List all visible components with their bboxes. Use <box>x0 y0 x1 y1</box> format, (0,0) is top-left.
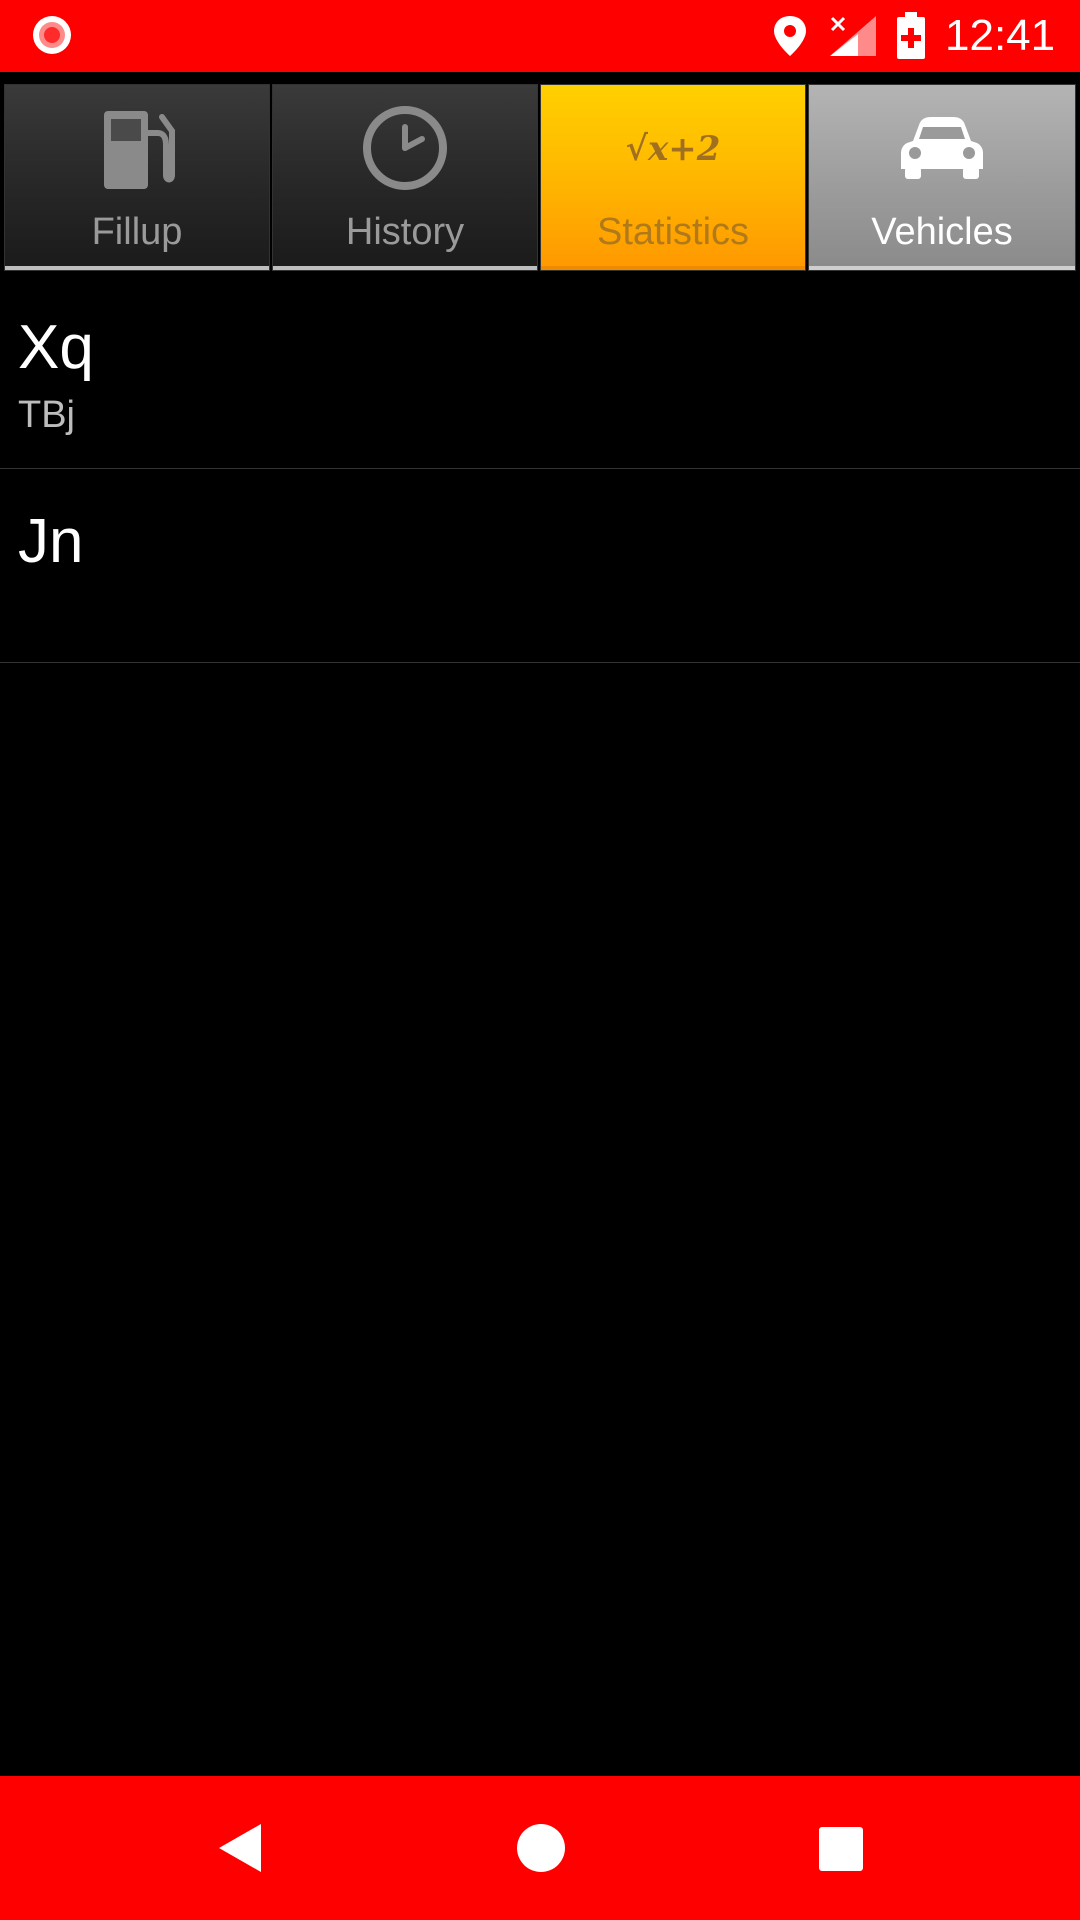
clock-icon <box>363 106 447 190</box>
list-item[interactable]: Jn <box>0 469 1080 663</box>
record-icon <box>33 16 71 54</box>
tab-fillup-label: Fillup <box>91 211 183 253</box>
tab-fillup[interactable]: Fillup <box>4 84 270 271</box>
status-clock: 12:41 <box>945 11 1056 60</box>
tab-history[interactable]: History <box>272 84 538 271</box>
recents-icon[interactable] <box>818 1826 864 1872</box>
tab-vehicles[interactable]: Vehicles <box>808 84 1076 271</box>
list-item[interactable]: Xq TBj <box>0 275 1080 469</box>
fuel-pump-icon <box>104 111 175 189</box>
back-icon[interactable] <box>215 1822 265 1874</box>
formula-icon: √x+2 <box>625 129 721 169</box>
tab-history-label: History <box>345 211 465 253</box>
vehicle-list: Xq TBj Jn <box>0 275 1080 663</box>
home-icon[interactable] <box>515 1822 567 1874</box>
status-bar: 12:41 <box>0 0 1080 72</box>
vehicle-name: Xq <box>18 313 94 382</box>
tab-statistics[interactable]: √x+2 Statistics <box>540 84 806 271</box>
tab-bar: Fillup History √x+2 Statistics Vehicles <box>0 72 1080 272</box>
battery-icon <box>897 12 925 59</box>
vehicle-detail: TBj <box>18 394 75 436</box>
signal-icon <box>830 16 876 56</box>
navigation-bar <box>0 1776 1080 1920</box>
tab-statistics-label: Statistics <box>596 211 750 253</box>
location-icon <box>774 16 806 56</box>
vehicle-name: Jn <box>18 507 84 576</box>
tab-vehicles-label: Vehicles <box>871 211 1013 253</box>
car-icon <box>901 117 983 179</box>
